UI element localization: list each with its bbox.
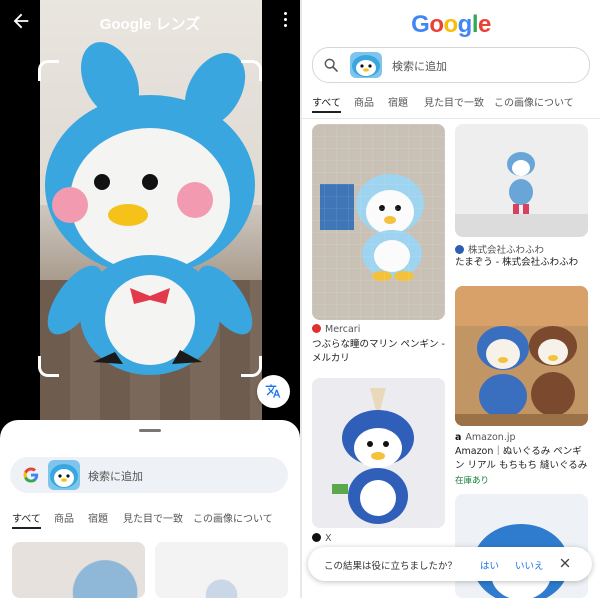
result-image-fuwafuwa[interactable] <box>455 124 588 237</box>
result-source: X <box>312 533 332 544</box>
sheet-drag-handle[interactable] <box>139 429 161 432</box>
crop-corner-bottom-right[interactable] <box>241 356 262 377</box>
tab-visual-matches[interactable]: 見た目で一致 <box>123 510 183 525</box>
amazon-icon: a <box>455 432 462 443</box>
tab-products[interactable]: 商品 <box>54 510 74 525</box>
google-results-screen: Google 検索に追加 すべて 商品 宿題 見た目で一致 この画像について M… <box>302 0 600 598</box>
result-title[interactable]: たまぞう - 株式会社ふわふわ <box>455 256 590 270</box>
result-source: Mercari <box>312 324 360 335</box>
google-logo: Google <box>411 11 491 38</box>
close-icon[interactable] <box>558 556 572 570</box>
result-source: 株式会社ふわふわ <box>455 242 544 256</box>
more-vert-icon[interactable] <box>282 12 288 30</box>
lens-top-bar: Google レンズ <box>0 0 300 44</box>
tab-homework[interactable]: 宿題 <box>88 510 108 525</box>
filter-tabs: すべて 商品 宿題 見た目で一致 この画像について <box>302 94 600 119</box>
lens-screen: Google レンズ 検索に追加 すべて 商品 宿題 見た目で一致 この画像につ… <box>0 0 300 598</box>
feedback-no-button[interactable]: いいえ <box>515 558 544 572</box>
result-image[interactable] <box>455 494 588 598</box>
crop-corner-top-right[interactable] <box>241 60 262 81</box>
result-image-x[interactable] <box>312 378 445 528</box>
result-title[interactable]: Amazon｜ぬいぐるみ ペンギン リアル もちもち 縫いぐるみ 動... <box>455 445 590 473</box>
tab-all[interactable]: すべて <box>312 94 341 113</box>
tab-visual-matches[interactable]: 見た目で一致 <box>424 94 484 109</box>
result-card[interactable] <box>155 542 288 598</box>
search-bar[interactable]: 検索に追加 <box>10 457 288 493</box>
mercari-icon <box>312 324 321 333</box>
tab-products[interactable]: 商品 <box>354 94 374 109</box>
translate-icon <box>265 384 281 398</box>
crop-corner-bottom-left[interactable] <box>38 356 59 377</box>
stock-badge: 在庫あり <box>455 476 490 486</box>
tab-about-image[interactable]: この画像について <box>193 510 273 525</box>
result-image-mercari[interactable] <box>312 124 445 320</box>
translate-button[interactable] <box>257 375 290 408</box>
tab-homework[interactable]: 宿題 <box>388 94 408 109</box>
feedback-bar: この結果は役に立ちましたか？ はい いいえ <box>308 547 592 581</box>
tab-about-image[interactable]: この画像について <box>494 94 574 109</box>
result-card[interactable] <box>12 542 145 598</box>
query-image-thumbnail[interactable] <box>48 460 80 490</box>
filter-tabs: すべて 商品 宿題 見た目で一致 この画像について <box>0 510 300 530</box>
plush-penguin-image <box>45 42 255 375</box>
result-image-amazon[interactable] <box>455 286 588 426</box>
feedback-question: この結果は役に立ちましたか？ <box>324 561 458 572</box>
result-source: a Amazon.jp <box>455 432 516 443</box>
google-g-icon <box>23 467 39 483</box>
search-placeholder: 検索に追加 <box>392 60 447 73</box>
app-title: Google レンズ <box>99 16 201 33</box>
search-icon[interactable] <box>323 57 339 73</box>
search-placeholder: 検索に追加 <box>88 470 143 483</box>
fuwafuwa-icon <box>455 245 464 254</box>
feedback-yes-button[interactable]: はい <box>480 558 499 572</box>
results-sheet: 検索に追加 すべて 商品 宿題 見た目で一致 この画像について <box>0 420 300 598</box>
query-image-thumbnail[interactable] <box>350 52 382 78</box>
crop-corner-top-left[interactable] <box>38 60 59 81</box>
tab-all[interactable]: すべて <box>12 510 41 529</box>
captured-photo <box>40 0 262 420</box>
x-icon <box>312 533 321 542</box>
search-bar[interactable]: 検索に追加 <box>312 47 590 83</box>
result-title[interactable]: つぶらな瞳のマリン ペンギン - メルカリ <box>312 338 447 366</box>
